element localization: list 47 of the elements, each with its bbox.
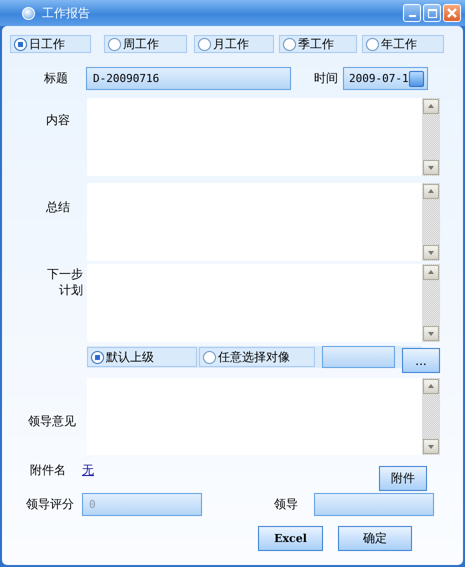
leader-opinion-label: 领导意见 [27, 413, 77, 429]
title-field[interactable]: D-20090716 [86, 67, 291, 90]
window-title: 工作报告 [42, 4, 90, 22]
leader-label: 领导 [274, 496, 299, 513]
calendar-button[interactable] [408, 70, 424, 86]
score-label: 领导评分 [25, 496, 75, 513]
text-area[interactable] [87, 98, 440, 176]
action-button[interactable]: Excel [258, 526, 323, 551]
scrollbar[interactable] [422, 378, 440, 455]
minimize-button[interactable] [403, 4, 421, 22]
radio-button[interactable] [203, 350, 216, 364]
maximize-button[interactable] [423, 4, 441, 22]
radio-option[interactable]: 任意选择对像 [199, 347, 315, 367]
title-label: 标题 [43, 70, 69, 87]
scrollbar[interactable] [422, 264, 440, 342]
radio-option[interactable]: 周工作 [104, 35, 187, 53]
action-button[interactable]: 确定 [338, 526, 412, 551]
app-icon [22, 6, 35, 20]
attachment-label: 附件名 [29, 462, 67, 479]
section-label: 内容 [45, 112, 71, 128]
radio-option[interactable]: 默认上级 [87, 347, 197, 367]
close-button[interactable] [443, 4, 461, 22]
date-field[interactable]: 2009-07-1 [343, 67, 428, 90]
radio-button[interactable] [283, 38, 296, 50]
radio-option[interactable]: 年工作 [362, 35, 444, 53]
radio-button[interactable] [14, 38, 27, 50]
radio-option[interactable]: 季工作 [279, 35, 357, 53]
radio-button[interactable] [108, 38, 121, 50]
attachment-link[interactable]: 无 [82, 459, 94, 479]
section-label: 总结 [45, 199, 71, 215]
attachment-button[interactable]: 附件 [379, 466, 427, 491]
text-area[interactable] [87, 183, 440, 261]
radio-button[interactable] [198, 38, 211, 50]
radio-button[interactable] [366, 38, 379, 50]
radio-option[interactable]: 月工作 [194, 35, 274, 53]
radio-button[interactable] [91, 350, 104, 364]
leader-field[interactable] [314, 493, 434, 516]
recipient-field[interactable] [322, 346, 395, 368]
radio-option[interactable]: 日工作 [10, 35, 91, 53]
scrollbar[interactable] [422, 183, 440, 261]
section-label: 下一步计划 [46, 266, 84, 298]
text-area[interactable] [87, 264, 440, 342]
scrollbar[interactable] [422, 98, 440, 176]
text-area[interactable] [87, 378, 440, 455]
browse-button[interactable]: ... [402, 348, 440, 373]
close-icon [447, 8, 457, 18]
time-label: 时间 [314, 70, 338, 87]
